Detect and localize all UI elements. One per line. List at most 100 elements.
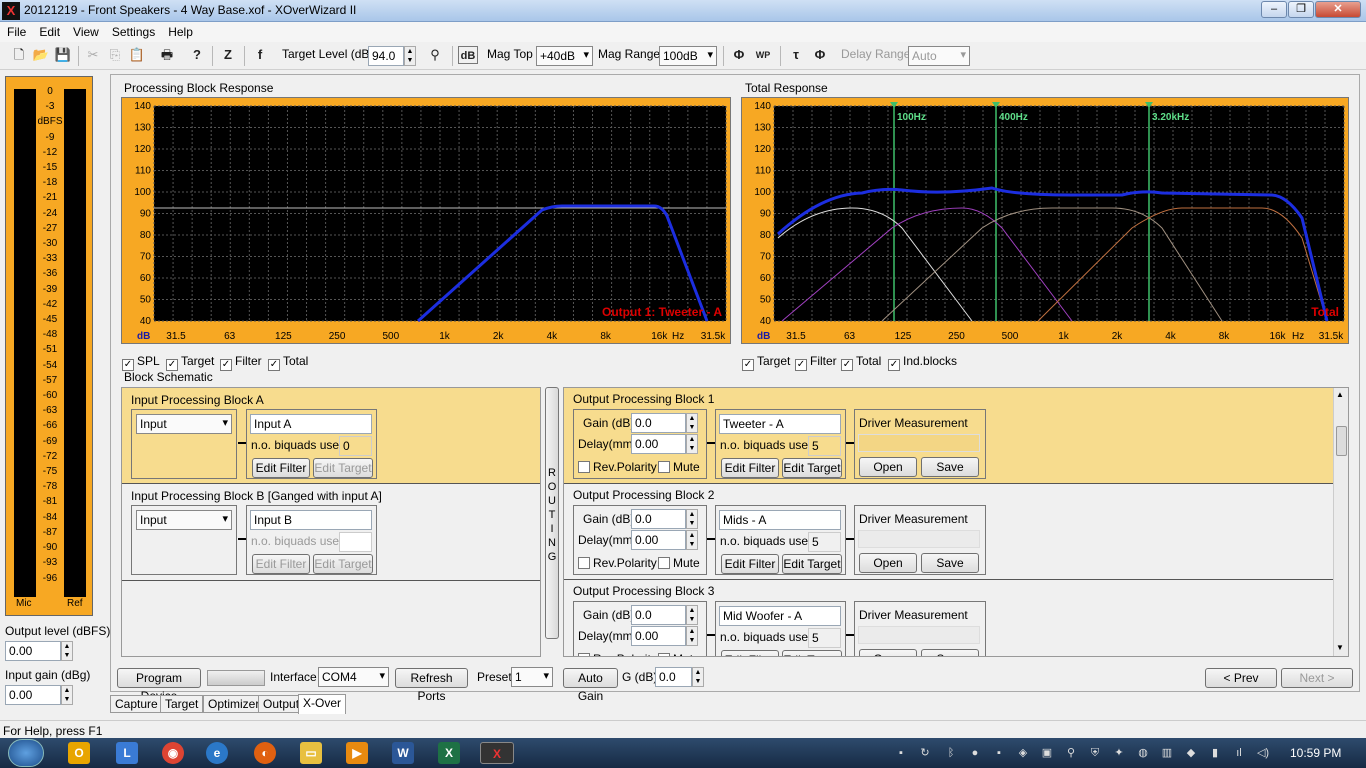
input-a-edit-target-button[interactable]: Edit Target	[313, 458, 373, 478]
tray-icon-11[interactable]: ◍	[1136, 746, 1150, 760]
security-shield-icon[interactable]: ⛨	[1088, 746, 1102, 760]
input-b-edit-filter-button[interactable]: Edit Filter	[252, 554, 310, 574]
tray-icon-7[interactable]: ▣	[1040, 746, 1054, 760]
output-1-rev-polarity-checkbox[interactable]: Rev.Polarity	[578, 460, 657, 474]
output-1-name[interactable]: Tweeter - A	[719, 414, 841, 434]
routing-button[interactable]: ROUTING	[545, 387, 559, 639]
internet-explorer-icon[interactable]: e	[206, 742, 228, 764]
output-1-save-button[interactable]: Save	[921, 457, 979, 477]
start-button[interactable]	[8, 739, 44, 767]
output-3-name[interactable]: Mid Woofer - A	[719, 606, 841, 626]
tray-icon-1[interactable]: ▪	[894, 746, 908, 760]
output-1-gain-spinner[interactable]: ▲ ▼	[686, 413, 698, 433]
tray-icon-10[interactable]: ✦	[1112, 746, 1126, 760]
g-db-spinner[interactable]: ▲ ▼	[692, 667, 704, 687]
output-1-delay-input[interactable]: 0.00	[631, 434, 686, 454]
menu-edit[interactable]: Edit	[32, 22, 66, 39]
cut-icon[interactable]: ✂	[84, 46, 102, 64]
input-b-edit-target-button[interactable]: Edit Target	[313, 554, 373, 574]
output-block-3[interactable]: Output Processing Block 3 Gain (dB) 0.0 …	[564, 580, 1334, 656]
app-icon[interactable]: X	[2, 2, 20, 20]
output-1-mute-checkbox[interactable]: Mute	[658, 460, 700, 474]
print-icon[interactable]: 🖶	[158, 46, 176, 64]
output-1-open-button[interactable]: Open	[859, 457, 917, 477]
interface-select[interactable]: COM4	[318, 667, 389, 687]
menu-settings[interactable]: Settings	[105, 22, 161, 39]
power-icon[interactable]: ▮	[1208, 746, 1222, 760]
output-2-open-button[interactable]: Open	[859, 553, 917, 573]
scrollbar-thumb[interactable]	[1336, 426, 1347, 456]
output-3-save-button[interactable]: Save	[921, 649, 979, 656]
lock-filter-icon[interactable]: f	[251, 46, 269, 64]
maximize-button[interactable]: ❐	[1288, 1, 1314, 18]
volume-icon[interactable]: ◁)	[1256, 746, 1270, 760]
checkbox-total-left[interactable]: ✓ Total	[268, 354, 308, 371]
output-block-2[interactable]: Output Processing Block 2 Gain (dB) 0.0 …	[564, 484, 1334, 580]
output-1-edit-filter-button[interactable]: Edit Filter	[721, 458, 779, 478]
phase-icon[interactable]: Φ	[730, 46, 748, 64]
output-2-delay-spinner[interactable]: ▲ ▼	[686, 530, 698, 550]
checkbox-target-left[interactable]: ✓ Target	[166, 354, 214, 371]
tray-icon-4[interactable]: ●	[968, 746, 982, 760]
paste-icon[interactable]: 📋	[128, 46, 146, 64]
network-signal-icon[interactable]: ıl	[1232, 746, 1246, 760]
word-icon[interactable]: W	[392, 742, 414, 764]
firefox-icon[interactable]: ◐	[254, 742, 276, 764]
output-3-gain-input[interactable]: 0.0	[631, 605, 686, 625]
open-folder-icon[interactable]: 📂	[32, 46, 50, 64]
explorer-folder-icon[interactable]: ▭	[300, 742, 322, 764]
tuning-fork-icon[interactable]: ⚲	[426, 46, 444, 64]
checkbox-ind-blocks[interactable]: ✓ Ind.blocks	[888, 354, 957, 371]
output-2-edit-filter-button[interactable]: Edit Filter	[721, 554, 779, 574]
checkbox-total-right[interactable]: ✓ Total	[841, 354, 881, 371]
output-1-edit-target-button[interactable]: Edit Target	[782, 458, 842, 478]
input-a-edit-filter-button[interactable]: Edit Filter	[252, 458, 310, 478]
media-player-icon[interactable]: ▶	[346, 742, 368, 764]
next-button[interactable]: Next >	[1281, 668, 1353, 688]
output-3-open-button[interactable]: Open	[859, 649, 917, 656]
output-3-edit-target-button[interactable]: Edit Target	[782, 650, 842, 656]
output-1-gain-input[interactable]: 0.0	[631, 413, 686, 433]
refresh-ports-button[interactable]: Refresh Ports	[395, 668, 468, 703]
tab-optimizer[interactable]: Optimizer	[203, 695, 265, 713]
target-level-spinner[interactable]: ▲ ▼	[404, 46, 416, 66]
minimize-button[interactable]: –	[1261, 1, 1287, 18]
mag-range-select[interactable]: 100dB	[659, 46, 717, 66]
chrome-icon[interactable]: ◉	[162, 742, 184, 764]
xoverwizard-taskbar-icon[interactable]: X	[480, 742, 514, 764]
context-help-icon[interactable]: ?	[188, 46, 206, 64]
output-3-mute-checkbox[interactable]: Mute	[658, 652, 700, 656]
menu-help[interactable]: Help	[161, 22, 199, 39]
output-blocks-scrollbar[interactable]: ▲ ▼	[1333, 388, 1348, 656]
input-gain-input[interactable]: 0.00	[5, 685, 61, 705]
output-2-mute-checkbox[interactable]: Mute	[658, 556, 700, 570]
phase-delay-icon[interactable]: Φ	[811, 46, 829, 64]
output-3-delay-spinner[interactable]: ▲ ▼	[686, 626, 698, 646]
tray-icon-13[interactable]: ◆	[1184, 746, 1198, 760]
bluetooth-icon[interactable]: ᛒ	[944, 746, 958, 760]
output-3-delay-input[interactable]: 0.00	[631, 626, 686, 646]
tray-icon-8[interactable]: ⚲	[1064, 746, 1078, 760]
copy-icon[interactable]: ⎘	[106, 46, 124, 64]
checkbox-filter-right[interactable]: ✓ Filter	[795, 354, 837, 371]
new-file-icon[interactable]: 🗋	[10, 46, 28, 64]
db-toggle-button[interactable]: dB	[458, 46, 478, 64]
auto-gain-button[interactable]: Auto Gain	[563, 668, 618, 703]
group-delay-icon[interactable]: τ	[787, 46, 805, 64]
lync-icon[interactable]: L	[116, 742, 138, 764]
input-block-b[interactable]: Input Processing Block B [Ganged with in…	[122, 485, 540, 581]
output-1-delay-spinner[interactable]: ▲ ▼	[686, 434, 698, 454]
save-icon[interactable]: 💾	[54, 46, 72, 64]
delay-range-select[interactable]: Auto	[908, 46, 970, 66]
output-2-gain-spinner[interactable]: ▲ ▼	[686, 509, 698, 529]
output-3-gain-spinner[interactable]: ▲ ▼	[686, 605, 698, 625]
checkbox-spl[interactable]: ✓ SPL	[122, 354, 160, 371]
checkbox-target-right[interactable]: ✓ Target	[742, 354, 790, 371]
input-block-a[interactable]: Input Processing Block A Input Input A n…	[122, 388, 540, 484]
output-level-input[interactable]: 0.00	[5, 641, 61, 661]
mag-top-select[interactable]: +40dB	[536, 46, 593, 66]
output-2-rev-polarity-checkbox[interactable]: Rev.Polarity	[578, 556, 657, 570]
menu-view[interactable]: View	[66, 22, 105, 39]
output-2-edit-target-button[interactable]: Edit Target	[782, 554, 842, 574]
output-level-spinner[interactable]: ▲ ▼	[61, 641, 73, 661]
